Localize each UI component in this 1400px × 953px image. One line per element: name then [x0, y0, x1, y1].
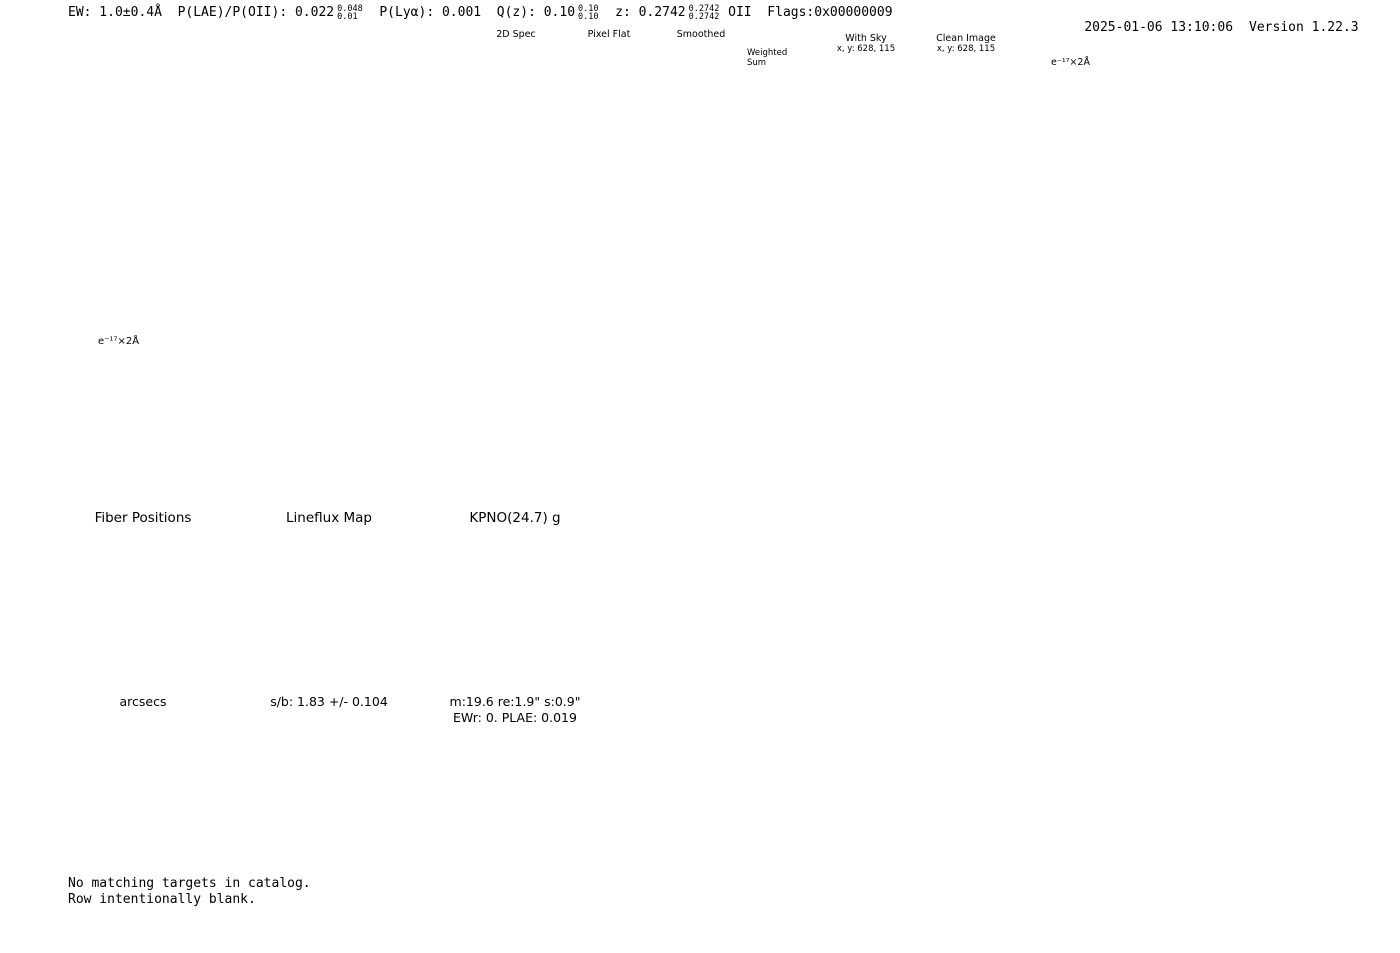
report-timestamp: 2025-01-06 13:10:06: [1084, 20, 1234, 35]
footer-line-2: Row intentionally blank.: [68, 892, 256, 907]
clean-image-title: Clean Image: [936, 33, 996, 44]
elixer-report-page: EW: 1.0±0.4Å P(LAE)/P(OII): 0.022 0.048 0.…: [0, 0, 1400, 953]
lineflux-xlabel: s/b: 1.83 +/- 0.104: [270, 694, 388, 709]
text-segment: z: 0.2742: [599, 5, 686, 20]
text-segment: EW: 1.0±0.4Å P(LAE)/P(OII): 0.022: [68, 5, 335, 20]
stacked-fraction: 0.10 0.10: [578, 4, 599, 22]
text-segment: P(Lyα): 0.001 Q(z): 0.10: [363, 5, 576, 20]
col-title-2d-spec: 2D Spec: [496, 29, 536, 40]
stacked-fraction: 0.048 0.01: [337, 4, 363, 22]
header-datetime-version: 2025-01-06 13:10:06 Version 1.22.3: [1053, 5, 1359, 50]
stacked-fraction: 0.2742 0.2742: [688, 4, 720, 22]
weighted-sum-label: Weighted Sum: [747, 48, 787, 68]
fiber-xlabel: arcsecs: [119, 694, 167, 709]
kpno-cutout-title: KPNO(24.7) g: [469, 510, 561, 526]
header-summary-line: EW: 1.0±0.4Å P(LAE)/P(OII): 0.022 0.048 0.…: [68, 4, 893, 22]
weighted-sum-label-line2: Sum: [747, 58, 767, 68]
fiber-positions-title: Fiber Positions: [94, 510, 192, 526]
text-segment: OII Flags:0x00000009: [720, 5, 893, 20]
kpno-xlabel-1: m:19.6 re:1.9" s:0.9": [449, 694, 581, 709]
clean-image-coords: x, y: 628, 115: [936, 44, 996, 54]
with-sky-title: With Sky: [845, 33, 887, 44]
col-title-pixel-flat: Pixel Flat: [587, 29, 631, 40]
with-sky-coords: x, y: 628, 115: [836, 44, 896, 54]
kpno-xlabel-2: EWr: 0. PLAE: 0.019: [453, 710, 577, 725]
weighted-sum-label-line1: Weighted: [747, 48, 788, 58]
col-title-smoothed: Smoothed: [676, 29, 726, 40]
footer-line-1: No matching targets in catalog.: [68, 876, 311, 891]
main-plot-units-label: e⁻¹⁷×2Å: [98, 336, 140, 347]
report-version: Version 1.22.3: [1249, 20, 1359, 35]
zoom-plot-units-label: e⁻¹⁷×2Å: [1051, 57, 1090, 68]
lineflux-map-title: Lineflux Map: [286, 510, 372, 526]
